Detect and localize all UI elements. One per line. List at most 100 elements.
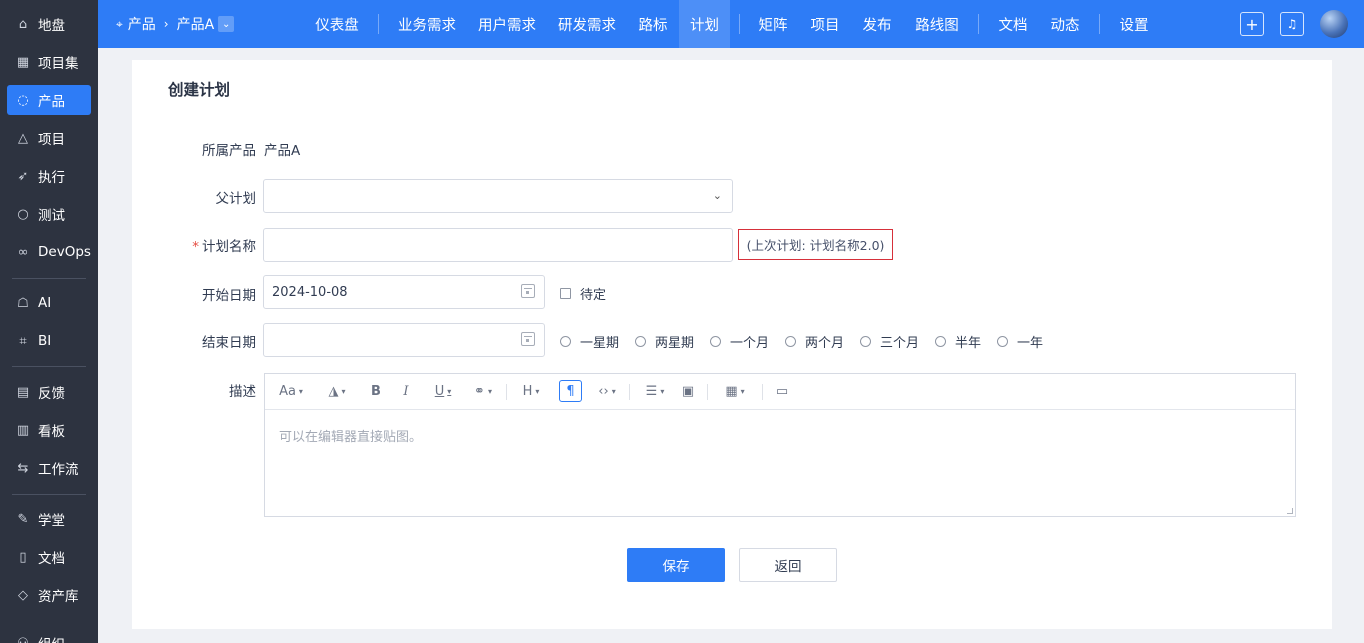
sidebar-item-label: 学堂 <box>38 513 65 529</box>
parent-plan-select[interactable]: ⌄ <box>263 179 733 213</box>
duration-radio-1year[interactable]: 一年 <box>997 332 1043 351</box>
duration-radio-2weeks[interactable]: 两星期 <box>635 332 694 351</box>
tab-project[interactable]: 项目 <box>805 0 845 48</box>
tab-matrix[interactable]: 矩阵 <box>753 0 793 48</box>
link-button[interactable]: ⚭ ▾ <box>467 380 499 402</box>
layout-icon: ▭ <box>775 383 789 399</box>
tab-roadmap[interactable]: 路线图 <box>910 0 964 48</box>
sidebar-item-kanban[interactable]: ▥ 看板 <box>7 415 91 445</box>
breadcrumb-root[interactable]: 产品 <box>128 14 156 34</box>
lightbulb-icon: ◌ <box>17 92 29 108</box>
sidebar-item-label: 组织 <box>38 633 65 643</box>
sidebar-item-label: 产品 <box>38 94 65 110</box>
tab-roadmap-markers[interactable]: 路标 <box>630 0 676 48</box>
sidebar-item-org[interactable]: ⚇ 组织 <box>7 628 91 643</box>
start-date-input[interactable]: 2024-10-08 <box>263 275 545 309</box>
text-color-button[interactable]: ◮ ▾ <box>321 380 353 402</box>
chart-icon: ⌗ <box>19 333 27 349</box>
sidebar-item-workflow[interactable]: ⇆ 工作流 <box>7 453 91 483</box>
radio-circle[interactable] <box>935 336 946 347</box>
top-nav-bar: ⌖ 产品 › 产品A ⌄ 仪表盘 业务需求 用户需求 研发需求 路标 计划 矩阵… <box>98 0 1364 48</box>
avatar[interactable] <box>1320 10 1348 38</box>
sidebar-item-bi[interactable]: ⌗ BI <box>7 326 91 356</box>
checkbox-box[interactable] <box>560 288 571 299</box>
sidebar-item-label: 项目集 <box>38 56 79 72</box>
layout-button[interactable]: ▭ <box>773 380 791 402</box>
tab-user-requirements[interactable]: 用户需求 <box>472 0 542 48</box>
sidebar-item-label: AI <box>38 295 52 311</box>
duration-radio-1week[interactable]: 一星期 <box>560 332 619 351</box>
tab-docs[interactable]: 文档 <box>993 0 1033 48</box>
tab-settings[interactable]: 设置 <box>1114 0 1154 48</box>
description-editor[interactable]: Aa ▾ ◮ ▾ B I U ▾ ⚭ ▾ H ▾ ¶ ‹› ▾ ☰ ▾ ▣ ▦ ▾ ▭ 可以在编… <box>264 373 1296 517</box>
duration-radio-half-year[interactable]: 半年 <box>935 332 981 351</box>
tab-release[interactable]: 发布 <box>857 0 897 48</box>
code-button[interactable]: ‹› ▾ <box>591 380 623 402</box>
heading-button[interactable]: H ▾ <box>515 380 547 402</box>
italic-button[interactable]: I <box>397 380 415 402</box>
bold-button[interactable]: B <box>367 380 385 402</box>
sidebar-item-devops[interactable]: ∞ DevOps <box>7 237 91 267</box>
nav-divider <box>978 14 979 34</box>
resize-handle-icon[interactable] <box>1287 508 1293 514</box>
create-plus-icon[interactable]: + <box>1240 12 1264 36</box>
calendar-icon <box>521 284 535 298</box>
end-date-input[interactable] <box>263 323 545 357</box>
table-button[interactable]: ▦ ▾ <box>719 380 751 402</box>
sidebar-item-school[interactable]: ✎ 学堂 <box>7 504 91 534</box>
sidebar-item-doc[interactable]: ▯ 文档 <box>7 542 91 572</box>
radio-circle[interactable] <box>560 336 571 347</box>
underline-button[interactable]: U ▾ <box>427 380 459 402</box>
plan-name-label: * 计划名称 <box>132 235 256 255</box>
sidebar-item-label: BI <box>38 333 52 349</box>
tab-business-requirements[interactable]: 业务需求 <box>392 0 462 48</box>
sidebar-item-product[interactable]: ◌ 产品 <box>7 85 91 115</box>
parent-plan-label: 父计划 <box>215 191 257 207</box>
plan-name-input[interactable] <box>263 228 733 262</box>
notification-bell-icon[interactable]: ♫ <box>1280 12 1304 36</box>
sidebar-item-label: 项目 <box>38 132 65 148</box>
run-icon: ➶ <box>17 168 29 184</box>
tab-activity[interactable]: 动态 <box>1045 0 1085 48</box>
duration-radio-1month[interactable]: 一个月 <box>710 332 769 351</box>
tab-plan[interactable]: 计划 <box>679 0 730 48</box>
radio-circle[interactable] <box>997 336 1008 347</box>
editor-toolbar: Aa ▾ ◮ ▾ B I U ▾ ⚭ ▾ H ▾ ¶ ‹› ▾ ☰ ▾ ▣ ▦ ▾ ▭ <box>265 374 1295 410</box>
paragraph-button[interactable]: ¶ <box>559 380 582 402</box>
sidebar-item-program[interactable]: ▦ 项目集 <box>7 47 91 77</box>
required-mark: * <box>192 239 199 255</box>
sidebar-item-test[interactable]: ○ 测试 <box>7 199 91 229</box>
plan-name-label-text: 计划名称 <box>202 239 256 255</box>
sidebar-divider <box>12 278 86 279</box>
radio-circle[interactable] <box>785 336 796 347</box>
breadcrumb-current-product[interactable]: 产品A <box>177 14 215 34</box>
grid-icon: ▦ <box>16 54 30 70</box>
tab-dev-requirements[interactable]: 研发需求 <box>552 0 622 48</box>
sidebar-item-execution[interactable]: ➶ 执行 <box>7 161 91 191</box>
diamond-icon: ◇ <box>18 587 28 603</box>
duration-radio-3months[interactable]: 三个月 <box>860 332 919 351</box>
product-switch-dropdown-icon[interactable]: ⌄ <box>218 16 235 32</box>
radio-circle[interactable] <box>710 336 721 347</box>
pending-checkbox[interactable]: 待定 <box>560 284 606 303</box>
sidebar-item-ai[interactable]: ☖ AI <box>7 288 91 318</box>
sidebar-item-assets[interactable]: ◇ 资产库 <box>7 580 91 610</box>
tab-dashboard[interactable]: 仪表盘 <box>310 0 364 48</box>
sidebar-item-home[interactable]: ⌂ 地盘 <box>7 9 91 39</box>
font-size-button[interactable]: Aa ▾ <box>275 380 307 402</box>
font-size-icon: Aa <box>279 383 296 399</box>
save-button[interactable]: 保存 <box>627 548 725 582</box>
duration-radio-2months[interactable]: 两个月 <box>785 332 844 351</box>
sidebar-item-feedback[interactable]: ▤ 反馈 <box>7 377 91 407</box>
chevron-down-icon: ⌄ <box>712 189 722 202</box>
breadcrumb-separator-icon: › <box>163 17 169 31</box>
radio-circle[interactable] <box>860 336 871 347</box>
nav-divider <box>378 14 379 34</box>
sidebar-item-project[interactable]: △ 项目 <box>7 123 91 153</box>
sidebar-item-label: 工作流 <box>38 462 79 478</box>
radio-circle[interactable] <box>635 336 646 347</box>
last-plan-hint: (上次计划: 计划名称2.0) <box>738 229 893 260</box>
back-button[interactable]: 返回 <box>739 548 837 582</box>
list-button[interactable]: ☰ ▾ <box>639 380 671 402</box>
image-button[interactable]: ▣ <box>679 380 697 402</box>
